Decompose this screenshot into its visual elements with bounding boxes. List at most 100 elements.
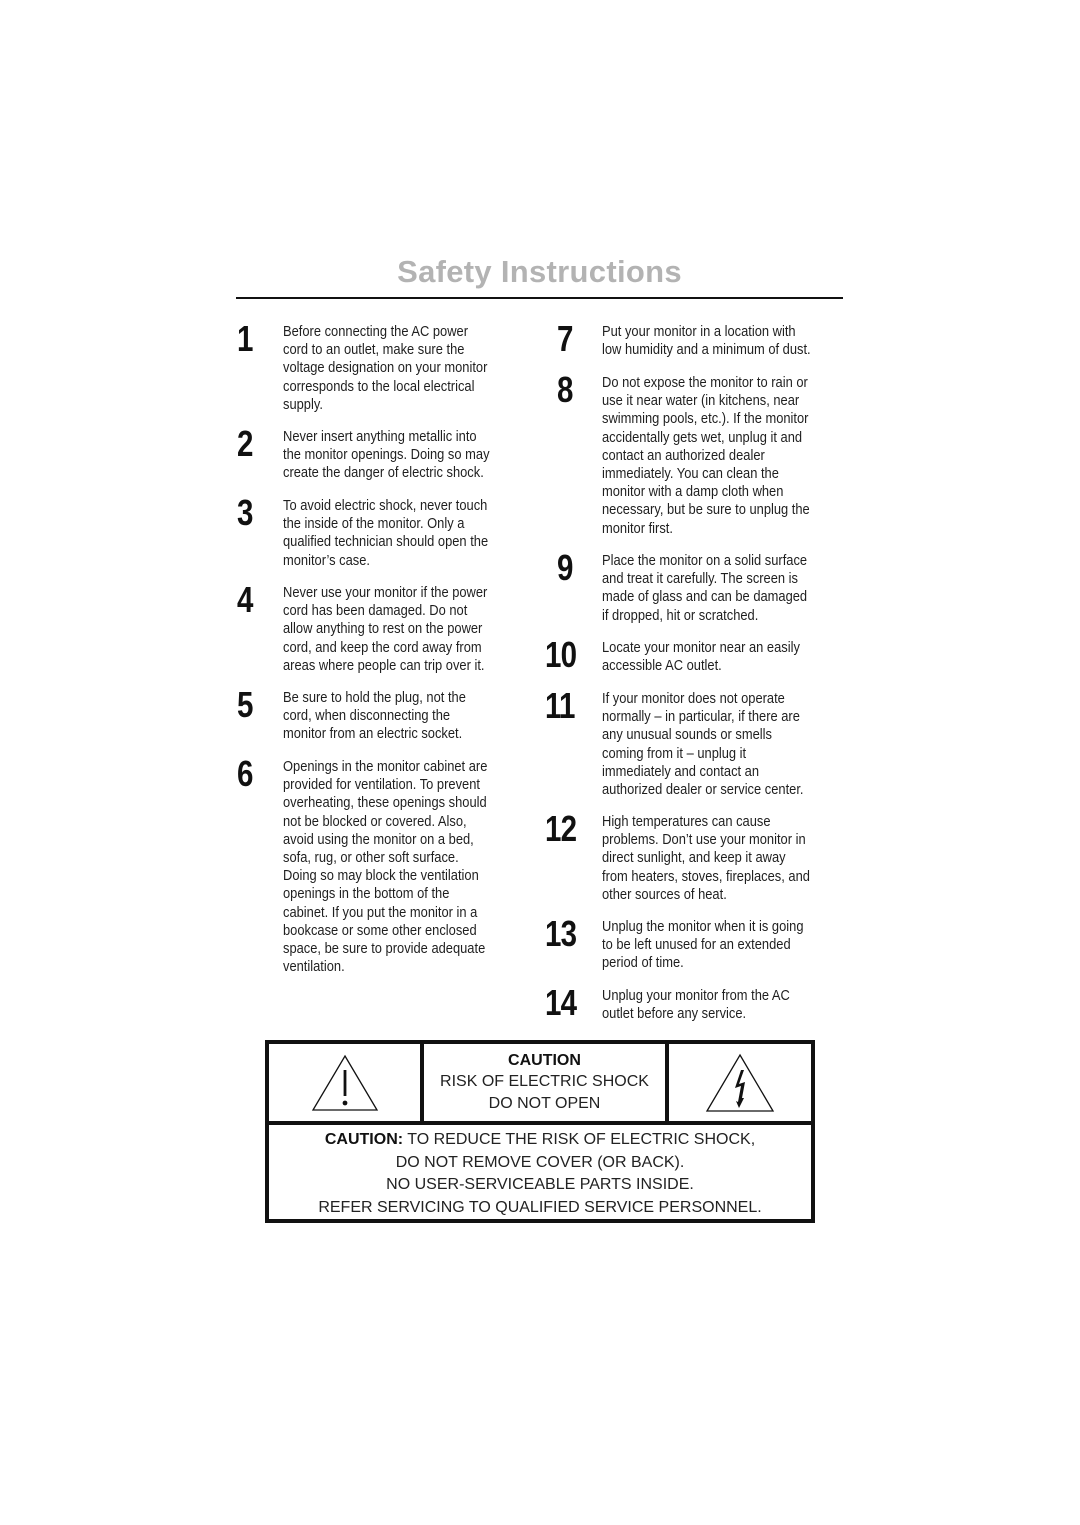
text-line: not be blocked or covered. Also, xyxy=(283,812,467,830)
instruction-number: 5 xyxy=(237,684,253,725)
text-line: allow anything to rest on the power xyxy=(283,620,483,638)
text-line: areas where people can trip over it. xyxy=(283,656,485,674)
text-line: provided for ventilation. To prevent xyxy=(283,776,480,794)
text-line: Openings in the monitor cabinet are xyxy=(283,758,488,775)
text-line: create the danger of electric shock. xyxy=(283,464,484,482)
text-line: supply. xyxy=(283,395,323,413)
caution-notice-line: CAUTION: TO REDUCE THE RISK OF ELECTRIC … xyxy=(269,1129,811,1152)
text-line: sofa, rug, or other soft surface. xyxy=(283,849,459,867)
text-line: High temperatures can cause xyxy=(602,813,771,830)
caution-heading: CAUTION xyxy=(508,1052,581,1069)
lightning-bolt-warning-triangle-icon xyxy=(705,1053,775,1112)
text-line: monitor from an electric socket. xyxy=(283,725,463,743)
exclamation-warning-triangle-icon xyxy=(311,1054,378,1111)
caution-notice-line: REFER SERVICING TO QUALIFIED SERVICE PER… xyxy=(318,1198,762,1216)
text-line: other sources of heat. xyxy=(602,885,727,903)
instruction-text: Put your monitor in a location with low … xyxy=(602,323,811,359)
text-line: from heaters, stoves, fireplaces, and xyxy=(602,867,810,885)
text-line: Be sure to hold the plug, not the xyxy=(283,689,466,706)
text-line: Unplug your monitor from the AC xyxy=(602,987,790,1004)
caution-left-cell xyxy=(269,1044,424,1121)
instruction-number: 8 xyxy=(557,369,573,410)
text-line: accessible AC outlet. xyxy=(602,657,722,675)
text-line: direct sunlight, and keep it away xyxy=(602,849,786,867)
instruction-text: High temperatures can cause problems. Do… xyxy=(602,813,810,904)
text-line: authorized dealer or service center. xyxy=(602,781,804,799)
text-line: Put your monitor in a location with xyxy=(602,323,796,340)
text-line: normally – in particular, if there are xyxy=(602,708,800,726)
instruction-text: Before connecting the AC power cord to a… xyxy=(283,323,487,414)
instruction-text: To avoid electric shock, never touch the… xyxy=(283,497,488,570)
caution-box: CAUTION RISK OF ELECTRIC SHOCK DO NOT OP… xyxy=(265,1040,815,1223)
text-line: if dropped, hit or scratched. xyxy=(602,606,759,624)
text-line: openings in the bottom of the xyxy=(283,885,450,903)
text-line: Never insert anything metallic into xyxy=(283,428,477,445)
text-line: overheating, these openings should xyxy=(283,794,487,812)
text-line: To avoid electric shock, never touch xyxy=(283,497,488,514)
text-line: contact an authorized dealer xyxy=(602,446,765,464)
caution-center-cell: CAUTION RISK OF ELECTRIC SHOCK DO NOT OP… xyxy=(424,1044,669,1121)
instruction-text: Place the monitor on a solid surface and… xyxy=(602,552,807,625)
instruction-number: 13 xyxy=(545,913,577,954)
text-line: swimming pools, etc.). If the monitor xyxy=(602,410,809,428)
text-line: accidentally gets wet, unplug it and xyxy=(602,428,803,446)
text-line: the monitor openings. Doing so may xyxy=(283,446,490,464)
instruction-text: Openings in the monitor cabinet are prov… xyxy=(283,758,487,976)
text-line: and treat it carefully. The screen is xyxy=(602,570,798,588)
text-line: Never use your monitor if the power xyxy=(283,584,488,601)
instruction-number: 4 xyxy=(237,579,253,620)
text-line: to be left unused for an extended xyxy=(602,936,791,954)
caution-right-cell xyxy=(669,1044,811,1121)
text-line: monitor’s case. xyxy=(283,551,370,569)
instruction-text: Unplug your monitor from the AC outlet b… xyxy=(602,987,790,1023)
caution-notice-line: DO NOT REMOVE COVER (OR BACK). xyxy=(395,1153,685,1171)
text-line: corresponds to the local electrical xyxy=(283,377,475,395)
instruction-number: 14 xyxy=(545,982,577,1023)
text-line: If your monitor does not operate xyxy=(602,690,785,707)
text-line: ventilation. xyxy=(283,958,345,976)
text-line: voltage designation on your monitor xyxy=(283,359,488,377)
caution-risk-text: RISK OF ELECTRIC SHOCK xyxy=(440,1073,649,1090)
text-line: avoid using the monitor on a bed, xyxy=(283,830,474,848)
text-line: the inside of the monitor. Only a xyxy=(283,515,465,533)
caution-do-not-open-text: DO NOT OPEN xyxy=(488,1095,601,1112)
instruction-number: 11 xyxy=(545,685,575,726)
instruction-number: 1 xyxy=(237,318,253,359)
instruction-number: 10 xyxy=(545,634,577,675)
text-line: period of time. xyxy=(602,954,684,972)
text-line: cord, and keep the cord away from xyxy=(283,638,482,656)
instruction-number: 6 xyxy=(237,753,253,794)
text-line: use it near water (in kitchens, near xyxy=(602,392,800,410)
instruction-number: 12 xyxy=(545,808,577,849)
instruction-text: Never insert anything metallic into the … xyxy=(283,428,490,483)
text-line: immediately. You can clean the xyxy=(602,465,779,483)
text-line: immediately and contact an xyxy=(602,762,760,780)
text-line: made of glass and can be damaged xyxy=(602,588,808,606)
text-line: any unusual sounds or smells xyxy=(602,726,772,744)
text-line: problems. Don’t use your monitor in xyxy=(602,831,806,849)
caution-header-row: CAUTION RISK OF ELECTRIC SHOCK DO NOT OP… xyxy=(269,1044,811,1125)
caution-notice-label: CAUTION: xyxy=(324,1131,404,1148)
text-line: necessary, but be sure to unplug the xyxy=(602,501,810,519)
text-line: cord, when disconnecting the xyxy=(283,707,451,725)
instruction-number: 7 xyxy=(557,318,573,359)
text-line: Before connecting the AC power xyxy=(283,323,469,340)
text-line: Doing so may block the ventilation xyxy=(283,867,479,885)
instruction-text: Locate your monitor near an easily acces… xyxy=(602,639,800,675)
instruction-text: Never use your monitor if the power cord… xyxy=(283,584,487,675)
caution-notice-text: TO REDUCE THE RISK OF ELECTRIC SHOCK, xyxy=(403,1131,756,1148)
text-line: Do not expose the monitor to rain or xyxy=(602,374,808,391)
caution-notice: CAUTION: TO REDUCE THE RISK OF ELECTRIC … xyxy=(269,1129,811,1219)
instruction-number: 2 xyxy=(237,423,253,464)
page-title: Safety Instructions xyxy=(397,254,682,289)
text-line: monitor first. xyxy=(602,519,673,537)
text-line: space, be sure to provide adequate xyxy=(283,940,486,958)
text-line: cord to an outlet, make sure the xyxy=(283,341,465,359)
caution-notice-line: NO USER-SERVICEABLE PARTS INSIDE. xyxy=(386,1176,694,1193)
text-line: cord has been damaged. Do not xyxy=(283,602,468,620)
instruction-text: Do not expose the monitor to rain or use… xyxy=(602,374,810,538)
text-line: coming from it – unplug it xyxy=(602,744,747,762)
instruction-number: 3 xyxy=(237,492,253,533)
text-line: outlet before any service. xyxy=(602,1005,747,1023)
text-line: low humidity and a minimum of dust. xyxy=(602,341,811,359)
